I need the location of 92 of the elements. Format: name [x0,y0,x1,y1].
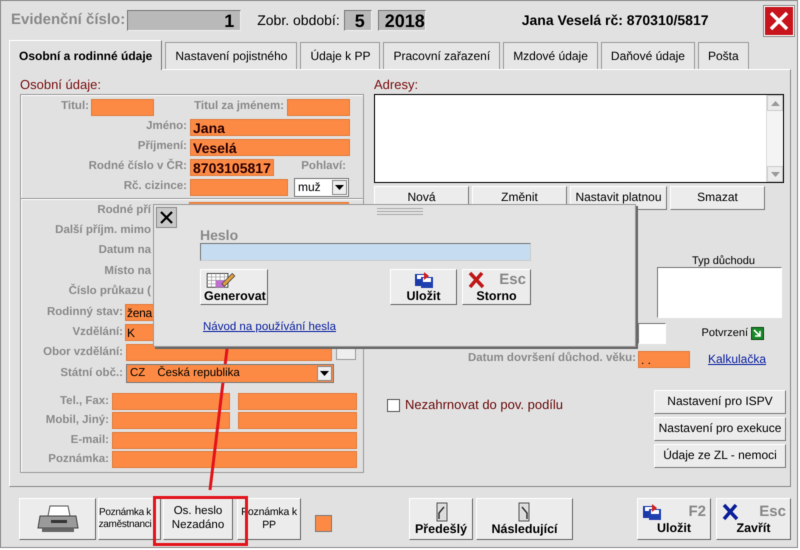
evidence-number-field: 1 [127,10,242,30]
side-button[interactable]: Nastavení pro exekuce [654,417,786,441]
section-heading: Adresy: [374,76,420,94]
input-field[interactable] [238,392,357,410]
tab[interactable]: Mzdové údaje [503,42,598,69]
close-button[interactable]: Esc Zavřít [716,498,791,540]
field-label: E-mail: [70,432,110,448]
cancel-button[interactable]: Esc Storno [462,269,531,305]
field-label: Pohlaví: [300,159,347,174]
scroll-down-icon [770,172,780,176]
close-icon [159,210,174,225]
dropdown-arrow-icon [335,184,344,190]
address-button[interactable]: Smazat [670,186,765,210]
employee-name: Jana Veselá rč: 870310/5817 [522,10,709,30]
tab[interactable]: Daňové údaje [600,42,695,69]
printer-icon [36,504,80,534]
field-label: Typ důchodu [692,254,755,267]
input-field[interactable] [112,451,357,468]
password-field[interactable] [200,243,531,261]
field-label: Mobil, Jiný: [44,413,110,428]
field-label: Další příjm. mimo [54,222,152,238]
section-heading: Osobní údaje: [20,76,102,94]
note-button[interactable]: Poznámka k zaměstnanci [98,498,161,540]
side-button[interactable]: Údaje ze ZL - nemoci [654,444,786,468]
period-year-field: 2018 [378,10,426,30]
input-field[interactable]: Veselá [190,138,350,156]
field-label: Datum dovršení důchod. věku: [466,350,637,366]
field-label: Rč. cizince: [122,179,188,194]
field-label: Evidenční číslo: [11,10,126,30]
field-label: Rodinný stav: [46,304,124,320]
field-label: Rodné číslo v ČR: [88,158,188,174]
field-label: Místo na [103,264,152,279]
citizenship-select[interactable]: CZ Česká republika [126,364,334,383]
field-label: Titul za jménem: [193,99,285,114]
print-button[interactable] [19,498,96,540]
input-field[interactable]: . . [638,350,690,368]
calculator-link[interactable]: Kalkulačka [708,350,766,368]
field-label: Titul: [60,99,90,114]
generate-button[interactable]: Generovat [200,269,268,305]
input-field[interactable] [238,412,357,430]
field-label: Rodné pří [96,202,152,218]
field-label: Obor vzdělání: [42,345,124,360]
field-label: Vzdělání: [72,324,124,340]
address-list[interactable] [374,94,784,183]
save-button[interactable]: Uložit [390,269,457,305]
input-field[interactable]: Jana [190,118,350,136]
side-button[interactable]: Nastavení pro ISPV [654,390,786,414]
cross-icon [721,502,739,520]
tab[interactable]: Nastavení pojistného [165,42,298,69]
scroll-up-icon [770,100,780,106]
input-field[interactable] [112,412,230,430]
tab[interactable]: Pošta [698,42,749,69]
input-field[interactable] [112,432,357,449]
input-field[interactable] [91,98,154,116]
input-field[interactable] [190,178,288,196]
input-field[interactable]: 8703105817 [190,158,274,176]
field-label: Tel., Fax: [59,394,110,409]
field-label: Poznámka: [47,452,110,468]
floppy-icon [414,270,434,288]
cross-icon [467,270,485,288]
close-button[interactable] [156,207,177,228]
field-label: Datum na [98,243,152,258]
password-button[interactable]: Os. heslo Nezadáno [163,498,233,540]
next-button[interactable]: Následující [476,498,573,540]
checkbox-label: Nezahrnovat do pov. podílu [405,396,564,414]
help-link[interactable]: Návod na používání hesla [203,319,336,336]
floppy-icon [642,502,662,520]
pension-type-field[interactable] [657,267,782,318]
dropdown-arrow-icon [320,370,329,376]
tab[interactable]: Osobní a rodinné údaje [9,40,162,70]
input-field[interactable] [638,323,666,344]
arrow-square-icon [751,327,764,340]
field-label: Příjmení: [136,139,188,154]
field-label: Státní obč.: [59,366,124,381]
field-label: Zobr. období: [257,10,340,30]
field-label: Potvrzení [702,326,748,342]
save-button[interactable]: F2 Uložit [637,498,711,540]
page-icon [516,502,532,522]
input-field[interactable] [112,392,230,410]
input-field[interactable] [287,98,350,116]
close-icon [768,10,790,32]
period-month-field: 5 [344,10,372,30]
field-label: Jméno: [145,119,188,134]
tab[interactable]: Údaje k PP [300,42,380,69]
tab[interactable]: Pracovní zařazení [383,42,500,69]
previous-button[interactable]: Předešlý [409,498,473,540]
grid-pencil-icon [204,270,238,289]
field-label: Číslo průkazu ( [68,283,152,300]
field-label: Heslo [200,227,238,243]
status-swatch [315,515,332,532]
checkbox[interactable] [387,398,400,412]
gender-select[interactable]: muž [294,178,349,196]
